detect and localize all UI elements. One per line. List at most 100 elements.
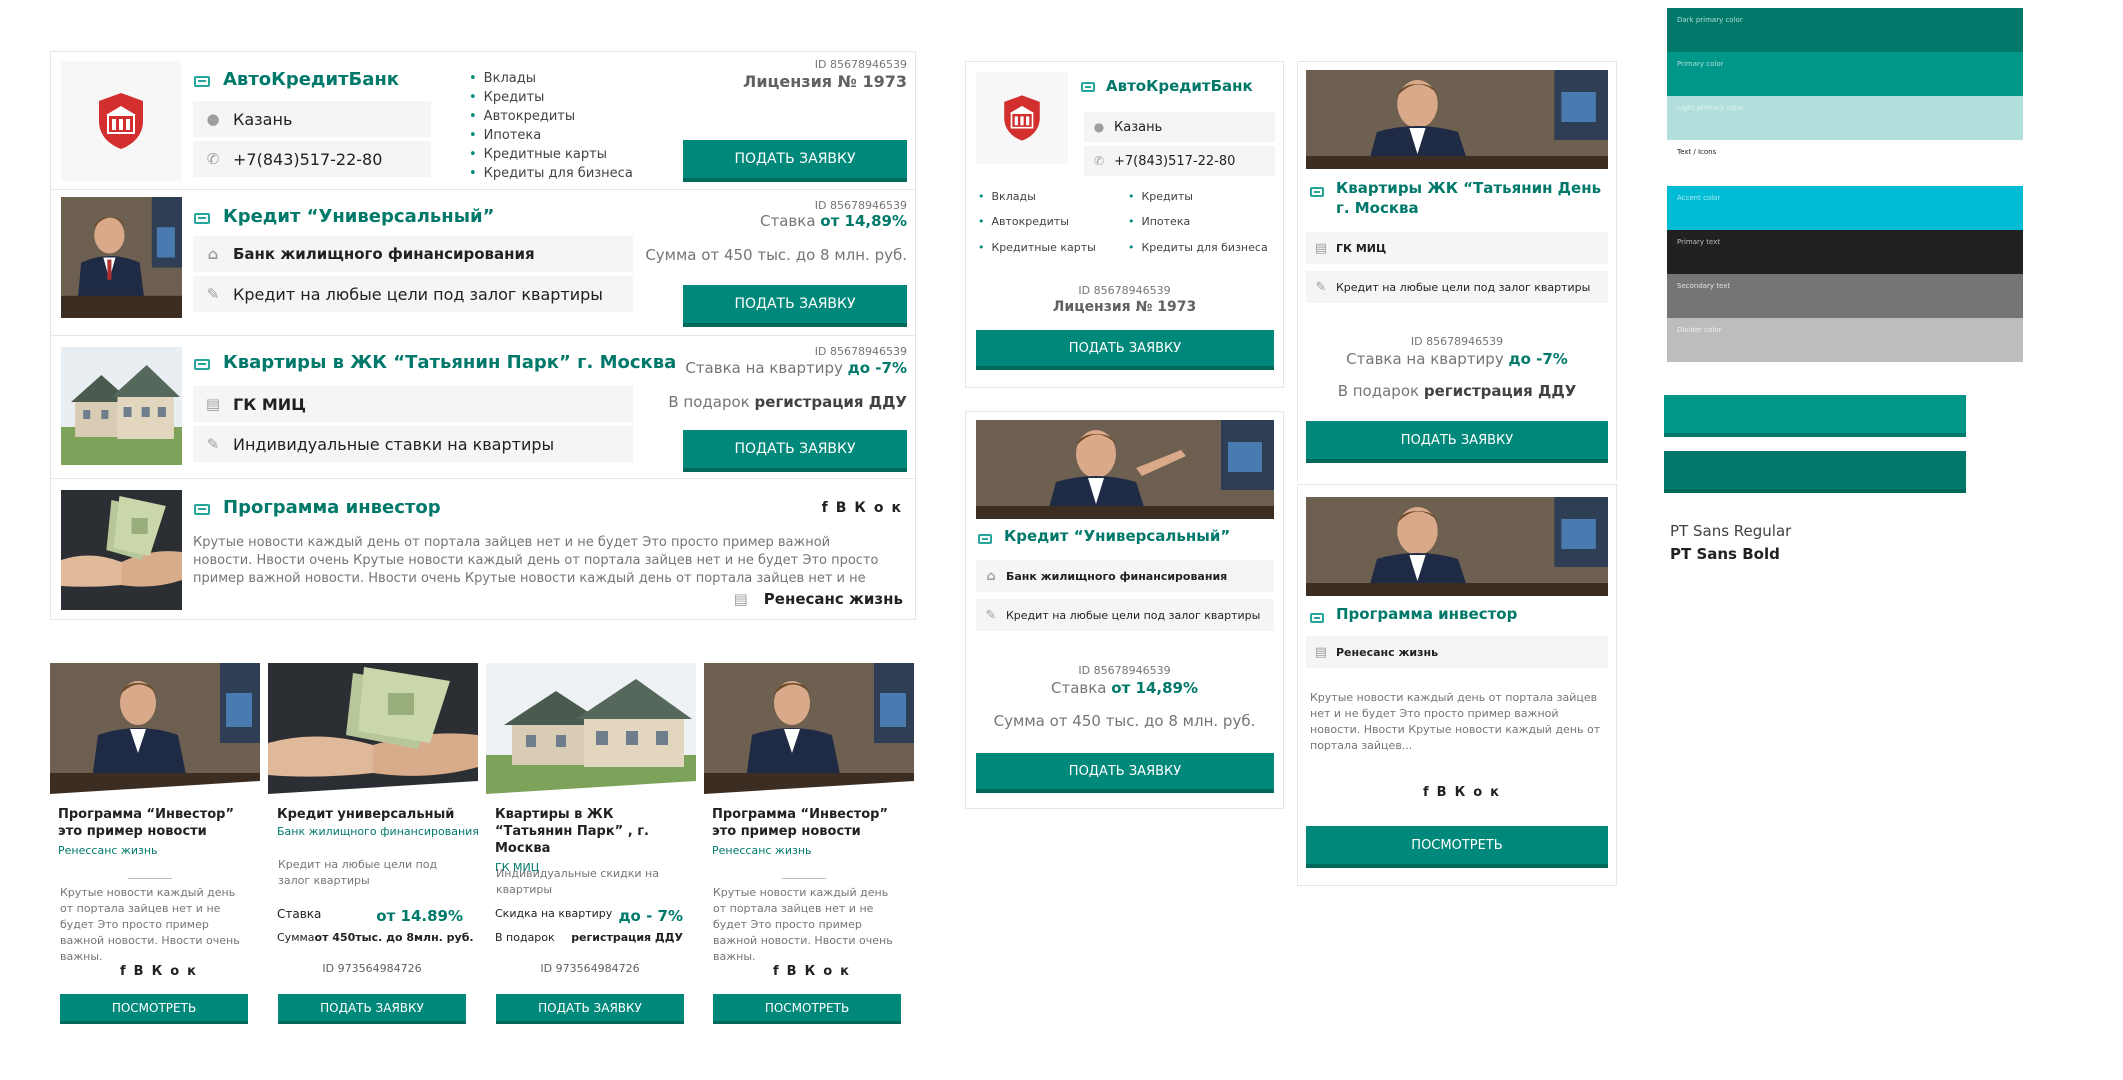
bank-city: ● Казань bbox=[1084, 112, 1275, 142]
card-image bbox=[704, 663, 914, 794]
card-image bbox=[268, 663, 478, 794]
view-button[interactable]: ПОСМОТРЕТЬ bbox=[713, 994, 901, 1024]
vk-icon[interactable]: ВК bbox=[1437, 785, 1474, 800]
social-links[interactable]: fВКок bbox=[773, 964, 857, 979]
card-body: Квартиры в ЖК “Татьянин Парк” , г. Москв… bbox=[495, 806, 690, 874]
bank-phone: ✆ +7(843)517-22-80 bbox=[193, 141, 431, 177]
investor-company: ▤ Ренесанс жизнь bbox=[733, 590, 903, 608]
apartments-title[interactable]: Квартиры в ЖК “Татьянин Парк” г. Москва bbox=[223, 352, 676, 373]
credit-lender: ⌂ Банк жилищного финансирования bbox=[193, 236, 633, 272]
vk-icon[interactable]: ВК bbox=[134, 964, 171, 979]
card-org[interactable]: Банк жилищного финансирования bbox=[277, 825, 479, 838]
service-link[interactable]: Кредиты bbox=[1128, 190, 1193, 203]
facebook-icon[interactable]: f bbox=[120, 964, 134, 979]
card-kv: Ставка от 14.89% Сумма от 450тыс. до 8млн.… bbox=[277, 907, 474, 944]
apartments-id: ID 85678946539 bbox=[814, 345, 907, 358]
pencil-icon: ✎ bbox=[206, 285, 220, 303]
credit-title[interactable]: Кредит “Универсальный” bbox=[1004, 527, 1230, 545]
service-link[interactable]: Вклады bbox=[978, 190, 1036, 203]
apartments-developer: ▤ ГК МИЦ bbox=[1306, 232, 1608, 264]
view-button[interactable]: ПОСМОТРЕТЬ bbox=[60, 994, 248, 1024]
view-button[interactable]: ПОСМОТРЕТЬ bbox=[1306, 826, 1608, 868]
bank-id: ID 85678946539 bbox=[1078, 284, 1171, 297]
bank-license: Лицензия № 1973 bbox=[1052, 299, 1197, 315]
facebook-icon[interactable]: f bbox=[773, 964, 787, 979]
apply-button[interactable]: ПОДАТЬ ЗАЯВКУ bbox=[496, 994, 684, 1024]
apply-button[interactable]: ПОДАТЬ ЗАЯВКУ bbox=[683, 140, 907, 182]
apartments-rate: Ставка на квартиру до -7% bbox=[685, 359, 907, 377]
service-link[interactable]: Автокредиты bbox=[978, 215, 1069, 228]
card-id-box: ID 973564984726 bbox=[495, 962, 685, 975]
credit-title[interactable]: Кредит “Универсальный” bbox=[223, 206, 494, 227]
bank-phone: ✆ +7(843)517-22-80 bbox=[1084, 146, 1275, 176]
service-link[interactable]: Кредиты для бизнеса bbox=[1128, 241, 1268, 254]
tag-icon bbox=[978, 534, 992, 544]
card-body: Программа “Инвестор” это пример новости … bbox=[58, 806, 253, 857]
service-link[interactable]: Кредиты для бизнеса bbox=[469, 166, 633, 181]
card-desc: Индивидуальные скидки на квартиры bbox=[496, 867, 659, 896]
service-link[interactable]: Ипотека bbox=[469, 128, 542, 143]
tag-icon bbox=[194, 76, 210, 87]
apply-button[interactable]: ПОДАТЬ ЗАЯВКУ bbox=[683, 430, 907, 472]
phone-icon: ✆ bbox=[206, 150, 220, 168]
card-org[interactable]: Ренессанс жизнь bbox=[58, 844, 253, 857]
apply-button[interactable]: ПОДАТЬ ЗАЯВКУ bbox=[683, 285, 907, 327]
apartments-row: Квартиры в ЖК “Татьянин Парк” г. Москва … bbox=[51, 339, 915, 479]
card-desc-box: Индивидуальные скидки на квартиры bbox=[496, 866, 666, 898]
service-link[interactable]: Кредитные карты bbox=[978, 241, 1096, 254]
apply-button[interactable]: ПОДАТЬ ЗАЯВКУ bbox=[278, 994, 466, 1024]
credit-amount: Сумма от 450 тыс. до 8 млн. руб. bbox=[993, 712, 1256, 730]
tag-icon bbox=[194, 359, 210, 370]
ok-icon[interactable]: ок bbox=[823, 964, 857, 979]
pencil-icon: ✎ bbox=[985, 607, 997, 623]
palette-swatch: Accent color bbox=[1667, 186, 2023, 230]
card-org[interactable]: Ренессанс жизнь bbox=[712, 844, 907, 857]
service-link[interactable]: Вклады bbox=[469, 71, 536, 86]
apartments-title[interactable]: Квартиры ЖК “Татьянин День г. Москва bbox=[1336, 178, 1606, 218]
vk-icon[interactable]: ВК bbox=[787, 964, 824, 979]
ok-icon[interactable]: ок bbox=[170, 964, 204, 979]
service-link[interactable]: Кредиты bbox=[469, 90, 545, 105]
social-links[interactable]: fВКок bbox=[822, 500, 909, 516]
apply-button[interactable]: ПОДАТЬ ЗАЯВКУ bbox=[976, 330, 1274, 370]
apply-button[interactable]: ПОДАТЬ ЗАЯВКУ bbox=[1306, 421, 1608, 463]
social-links[interactable]: fВКок bbox=[120, 964, 204, 979]
vk-icon[interactable]: ВК bbox=[836, 500, 874, 516]
investor-title[interactable]: Программа инвестор bbox=[223, 497, 441, 518]
bank-widget: АвтоКредитБанк ● Казань ✆ +7(843)517-22-80… bbox=[965, 61, 1284, 388]
phone-icon: ✆ bbox=[1093, 154, 1105, 168]
font-bold-label: PT Sans Bold bbox=[1670, 545, 1780, 563]
palette-swatch: Primary text bbox=[1667, 230, 2023, 274]
card-title[interactable]: Кредит универсальный bbox=[277, 806, 472, 823]
credit-widget: Кредит “Универсальный” ⌂ Банк жилищного ф… bbox=[965, 411, 1284, 809]
ok-icon[interactable]: ок bbox=[874, 500, 909, 516]
card-title[interactable]: Квартиры в ЖК “Татьянин Парк” , г. Москв… bbox=[495, 806, 690, 857]
facebook-icon[interactable]: f bbox=[1423, 785, 1437, 800]
investor-text: Крутые новости каждый день от портала за… bbox=[1310, 691, 1601, 752]
facebook-icon[interactable]: f bbox=[822, 500, 836, 516]
social-links[interactable]: fВКок bbox=[1423, 785, 1507, 800]
card-kv: Скидка на квартиру до - 7% В подарок регис… bbox=[495, 907, 683, 944]
pencil-icon: ✎ bbox=[206, 435, 220, 453]
card-divider bbox=[782, 878, 826, 879]
ok-icon[interactable]: ок bbox=[1473, 785, 1507, 800]
apply-button[interactable]: ПОДАТЬ ЗАЯВКУ bbox=[976, 753, 1274, 793]
document-icon: ▤ bbox=[1314, 644, 1328, 660]
card-title[interactable]: Программа “Инвестор” это пример новости bbox=[58, 806, 253, 840]
bank-icon: ⌂ bbox=[986, 568, 996, 584]
man-photo bbox=[976, 420, 1274, 519]
apartments-gift: В подарок регистрация ДДУ bbox=[668, 393, 907, 411]
service-link[interactable]: Автокредиты bbox=[469, 109, 575, 124]
bank-name[interactable]: АвтоКредитБанк bbox=[223, 69, 399, 90]
document-icon: ▤ bbox=[1314, 240, 1328, 256]
bank-city: ● Казань bbox=[193, 101, 431, 137]
card-desc-box: Крутые новости каждый день от портала за… bbox=[713, 885, 903, 965]
credit-id: ID 85678946539 bbox=[1078, 664, 1171, 677]
service-link[interactable]: Кредитные карты bbox=[469, 147, 607, 162]
service-link[interactable]: Ипотека bbox=[1128, 215, 1191, 228]
credit-purpose: ✎ Кредит на любые цели под залог квартиры bbox=[193, 276, 633, 312]
card-title[interactable]: Программа “Инвестор” это пример новости bbox=[712, 806, 907, 840]
bank-name[interactable]: АвтоКредитБанк bbox=[1106, 77, 1253, 95]
man-photo bbox=[1306, 497, 1608, 596]
investor-title[interactable]: Программа инвестор bbox=[1336, 605, 1517, 623]
